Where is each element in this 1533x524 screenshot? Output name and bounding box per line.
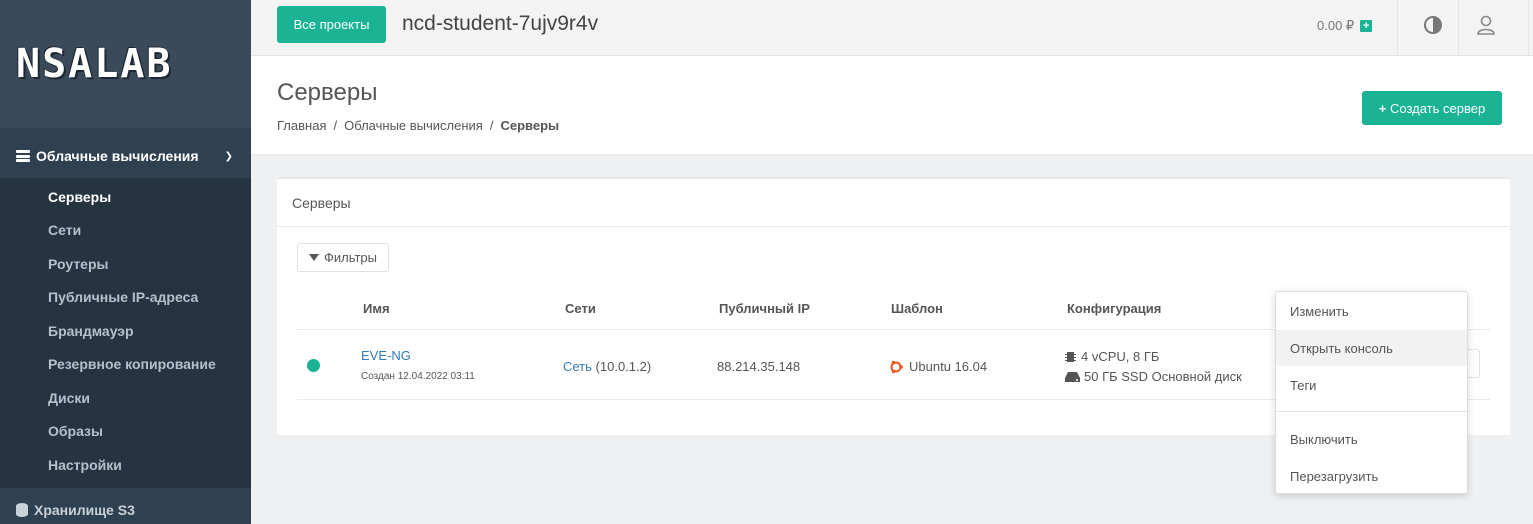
server-config-disk: 50 ГБ SSD Основной диск bbox=[1065, 369, 1242, 384]
sidebar-item-routers[interactable]: Роутеры bbox=[0, 247, 251, 281]
sidebar-item-networks[interactable]: Сети bbox=[0, 214, 251, 248]
status-running-icon bbox=[307, 359, 320, 372]
menu-divider bbox=[1276, 411, 1467, 412]
chevron-down-icon: ❯ bbox=[224, 150, 233, 162]
sidebar-item-backup[interactable]: Резервное копирование bbox=[0, 348, 251, 382]
page-heading: Серверы Главная / Облачные вычисления / Серв… bbox=[251, 56, 1533, 155]
column-header-config: Конфигурация bbox=[1067, 301, 1162, 316]
server-icon bbox=[16, 150, 30, 162]
page-title: Серверы bbox=[277, 79, 378, 106]
breadcrumb-cloud[interactable]: Облачные вычисления bbox=[344, 118, 483, 133]
breadcrumb-home[interactable]: Главная bbox=[277, 118, 326, 133]
hdd-icon bbox=[1065, 371, 1080, 382]
sidebar-item-disks[interactable]: Диски bbox=[0, 381, 251, 415]
user-icon[interactable] bbox=[1475, 14, 1497, 36]
sidebar: NSALAB Облачные вычисления ❯ Серверы Сет… bbox=[0, 0, 251, 524]
sidebar-item-public-ips[interactable]: Публичные IP-адреса bbox=[0, 281, 251, 315]
server-public-ip: 88.214.35.148 bbox=[717, 359, 801, 374]
sidebar-section-label: Облачные вычисления bbox=[36, 148, 199, 164]
column-header-networks: Сети bbox=[565, 301, 596, 316]
divider bbox=[1458, 0, 1459, 56]
config-disk-label: 50 ГБ SSD Основной диск bbox=[1084, 369, 1242, 384]
network-link[interactable]: Сеть bbox=[563, 359, 592, 374]
column-header-name[interactable]: Имя bbox=[363, 301, 390, 316]
logo-text: NSALAB bbox=[16, 41, 173, 87]
sidebar-item-images[interactable]: Образы bbox=[0, 415, 251, 449]
ubuntu-icon bbox=[890, 360, 903, 373]
create-server-label: Создать сервер bbox=[1390, 100, 1486, 116]
menu-item-edit[interactable]: Изменить bbox=[1276, 293, 1467, 329]
plus-icon: + bbox=[1378, 100, 1387, 116]
database-icon bbox=[16, 502, 28, 517]
plus-square-icon[interactable]: + bbox=[1360, 20, 1373, 32]
template-label: Ubuntu 16.04 bbox=[909, 359, 988, 374]
divider bbox=[1397, 0, 1398, 56]
menu-item-tags[interactable]: Теги bbox=[1276, 367, 1467, 403]
top-bar: Все проекты ncd-student-7ujv9r4v 0.00 ₽ … bbox=[251, 0, 1533, 56]
sidebar-s3-label: Хранилище S3 bbox=[34, 501, 135, 518]
breadcrumb-current: Серверы bbox=[500, 118, 560, 133]
menu-item-shutdown[interactable]: Выключить bbox=[1276, 421, 1467, 457]
sidebar-submenu: Серверы Сети Роутеры Публичные IP-адреса… bbox=[0, 178, 251, 488]
sidebar-section-s3[interactable]: Хранилище S3 bbox=[0, 488, 251, 524]
logo[interactable]: NSALAB bbox=[0, 0, 251, 128]
server-created: Создан 12.04.2022 03:11 bbox=[361, 371, 475, 382]
sidebar-item-servers[interactable]: Серверы bbox=[0, 180, 251, 214]
project-name: ncd-student-7ujv9r4v bbox=[402, 12, 599, 35]
balance-value: 0.00 ₽ bbox=[1317, 18, 1355, 33]
create-server-button[interactable]: + Создать сервер bbox=[1362, 91, 1502, 125]
memory-chip-icon bbox=[1065, 351, 1076, 362]
column-header-template: Шаблон bbox=[891, 301, 943, 316]
row-actions-menu: Изменить Открыть консоль Теги Выключить … bbox=[1275, 291, 1468, 494]
all-projects-button[interactable]: Все проекты bbox=[277, 6, 386, 43]
server-network: Сеть (10.0.1.2) bbox=[563, 359, 651, 374]
balance: 0.00 ₽ + bbox=[1317, 18, 1373, 34]
config-cpu-label: 4 vCPU, 8 ГБ bbox=[1081, 349, 1160, 364]
sidebar-section-cloud[interactable]: Облачные вычисления ❯ bbox=[0, 134, 251, 178]
contrast-icon[interactable] bbox=[1422, 14, 1444, 36]
filters-button[interactable]: Фильтры bbox=[297, 243, 389, 272]
server-template: Ubuntu 16.04 bbox=[889, 359, 987, 374]
menu-item-open-console[interactable]: Открыть консоль bbox=[1276, 330, 1467, 366]
network-ip: (10.0.1.2) bbox=[595, 359, 652, 374]
filter-icon bbox=[308, 254, 319, 261]
divider bbox=[1528, 0, 1529, 56]
column-header-public-ip: Публичный IP bbox=[719, 301, 810, 316]
panel-title: Серверы bbox=[277, 179, 1510, 227]
server-name-link[interactable]: EVE-NG bbox=[361, 348, 411, 363]
sidebar-item-settings[interactable]: Настройки bbox=[0, 448, 251, 482]
filters-label: Фильтры bbox=[323, 250, 377, 265]
sidebar-item-firewall[interactable]: Брандмауэр bbox=[0, 314, 251, 348]
breadcrumb: Главная / Облачные вычисления / Серверы bbox=[277, 118, 560, 133]
menu-item-reboot[interactable]: Перезагрузить bbox=[1276, 458, 1467, 494]
server-config-cpu: 4 vCPU, 8 ГБ bbox=[1065, 349, 1159, 364]
